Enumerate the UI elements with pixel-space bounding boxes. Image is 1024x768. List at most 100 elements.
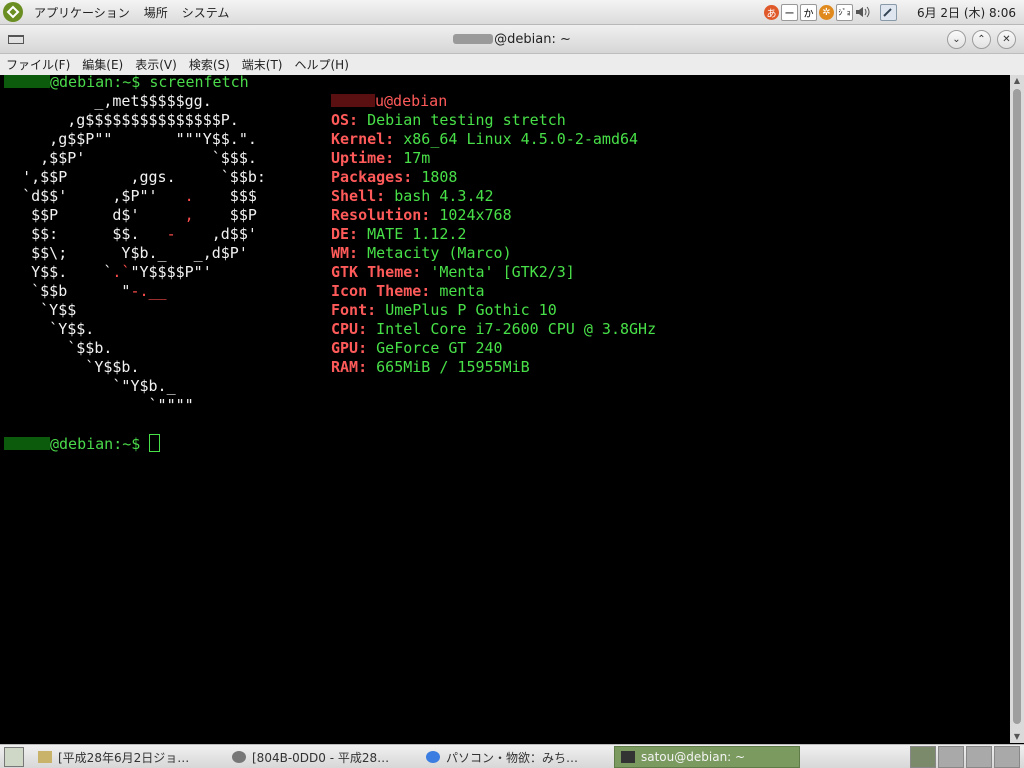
window-title: @debian: ~	[0, 32, 1024, 47]
terminal-icon	[621, 751, 635, 763]
ime-minus-icon[interactable]: ー	[780, 3, 798, 21]
text-cursor	[149, 434, 161, 452]
info-value: 665MiB / 15955MiB	[376, 358, 530, 376]
info-row: RAM: 665MiB / 15955MiB	[331, 358, 530, 377]
ime-kana-icon[interactable]: か	[799, 3, 817, 21]
info-key: Icon Theme:	[331, 282, 440, 300]
info-key: OS:	[331, 111, 368, 129]
ascii-logo-line: _,met$$$$$gg.	[94, 92, 212, 110]
window-menu-icon[interactable]	[8, 34, 24, 44]
redacted-username	[453, 34, 494, 44]
info-key: Font:	[331, 301, 386, 319]
info-value: menta	[439, 282, 485, 300]
ascii-logo-line: `""""	[148, 396, 194, 414]
workspace-4[interactable]	[994, 746, 1020, 768]
ascii-logo-line: $$P d$' , $$P	[31, 206, 257, 224]
redacted-username	[331, 94, 375, 107]
menu-places[interactable]: 場所	[137, 4, 175, 21]
info-value: x86_64 Linux 4.5.0-2-amd64	[403, 130, 639, 148]
workspace-3[interactable]	[966, 746, 992, 768]
info-key: GTK Theme:	[331, 263, 431, 281]
ascii-logo-line: `$$b "-.__	[31, 282, 167, 300]
menu-edit[interactable]: 編集(E)	[76, 56, 129, 73]
menu-search[interactable]: 検索(S)	[183, 56, 236, 73]
taskbar-label: パソコン・物欲：みち…	[446, 750, 579, 765]
redacted-username	[4, 75, 50, 88]
maximize-button[interactable]: ⌃	[972, 29, 991, 49]
menu-help[interactable]: ヘルプ(H)	[289, 56, 355, 73]
menu-applications[interactable]: アプリケーション	[27, 4, 137, 21]
ascii-logo-line: `Y$$	[40, 301, 77, 319]
ascii-logo-line: Y$$. `.`"Y$$$$P"'	[31, 263, 212, 281]
taskbar-button[interactable]: [804B-0DD0 - 平成28…	[226, 746, 412, 768]
info-row: GPU: GeForce GT 240	[331, 339, 503, 358]
ascii-logo-line: $$: $$. - ,d$$'	[31, 225, 257, 243]
ascii-logo-line: ,g$$$$$$$$$$$$$$$P.	[67, 111, 239, 129]
menu-system[interactable]: システム	[175, 4, 237, 21]
input-method-icon[interactable]	[879, 3, 897, 21]
close-button[interactable]: ✕	[997, 29, 1016, 49]
info-row: CPU: Intel Core i7-2600 CPU @ 3.8GHz	[331, 320, 656, 339]
window-controls: ⌄ ⌃ ✕	[947, 29, 1024, 49]
workspace-switcher	[910, 746, 1024, 768]
menu-view[interactable]: 表示(V)	[129, 56, 183, 73]
ascii-logo-line: `Y$$b.	[85, 358, 140, 376]
workspace-2[interactable]	[938, 746, 964, 768]
ascii-logo-line: ',$$P ,ggs. `$$b:	[22, 168, 266, 186]
user-host-line: u@debian	[331, 92, 447, 111]
mate-logo-icon[interactable]	[3, 2, 23, 22]
taskbar-button[interactable]: パソコン・物欲：みち…	[420, 746, 606, 768]
taskbar-button[interactable]: satou@debian: ~	[614, 746, 800, 768]
info-row: WM: Metacity (Marco)	[331, 244, 512, 263]
info-row: GTK Theme: 'Menta' [GTK2/3]	[331, 263, 575, 282]
minimize-button[interactable]: ⌄	[947, 29, 966, 49]
info-key: RAM:	[331, 358, 377, 376]
task-list: [平成28年6月2日ジョ… [804B-0DD0 - 平成28… パソコン・物欲：み…	[32, 746, 808, 768]
disk-icon	[232, 751, 246, 763]
scroll-up-icon[interactable]: ▲	[1013, 77, 1021, 85]
ascii-logo-line: `Y$$.	[49, 320, 95, 338]
menu-file[interactable]: ファイル(F)	[0, 56, 76, 73]
ime-hiragana-icon[interactable]: あ	[763, 4, 779, 20]
info-value: bash 4.3.42	[394, 187, 494, 205]
taskbar-label: satou@debian: ~	[641, 750, 746, 764]
taskbar-button[interactable]: [平成28年6月2日ジョ…	[32, 746, 218, 768]
ime-gear-icon[interactable]: ✲	[818, 4, 834, 20]
chrome-icon	[426, 751, 440, 763]
info-value: UmePlus P Gothic 10	[385, 301, 557, 319]
ascii-logo-line: `"Y$b._	[112, 377, 176, 395]
ascii-logo-line: $$\; Y$b._ _,d$P'	[31, 244, 248, 262]
command-text: screenfetch	[149, 75, 249, 91]
show-desktop-button[interactable]	[4, 747, 24, 767]
info-key: GPU:	[331, 339, 377, 357]
system-tray: あ ー か ✲ ｼﾞｮ 6月 2日 (木) 8:06	[763, 0, 1024, 24]
ascii-logo-line: `d$$' ,$P"' . $$$	[22, 187, 257, 205]
info-value: Metacity (Marco)	[367, 244, 512, 262]
redacted-username	[4, 437, 50, 450]
scroll-down-icon[interactable]: ▼	[1013, 733, 1021, 741]
workspace-1[interactable]	[910, 746, 936, 768]
info-value: 1808	[421, 168, 458, 186]
terminal-scrollbar[interactable]: ▲ ▼	[1010, 75, 1024, 743]
info-key: Kernel:	[331, 130, 404, 148]
volume-icon[interactable]	[855, 5, 870, 20]
prompt-line-2: @debian:~$	[4, 434, 161, 454]
menu-terminal[interactable]: 端末(T)	[236, 56, 289, 73]
info-value: Intel Core i7-2600 CPU @ 3.8GHz	[376, 320, 657, 338]
info-value: MATE 1.12.2	[367, 225, 467, 243]
menubar: ファイル(F) 編集(E) 表示(V) 検索(S) 端末(T) ヘルプ(H)	[0, 54, 1024, 76]
ime-dict-icon[interactable]: ｼﾞｮ	[835, 3, 853, 21]
window-titlebar[interactable]: @debian: ~ ⌄ ⌃ ✕	[0, 25, 1024, 54]
info-value: 'Menta' [GTK2/3]	[430, 263, 575, 281]
scroll-thumb[interactable]	[1013, 89, 1021, 724]
info-row: DE: MATE 1.12.2	[331, 225, 466, 244]
info-key: Uptime:	[331, 149, 404, 167]
terminal-area[interactable]: @debian:~$ screenfetch _,met$$$$$gg. ,g$…	[0, 75, 1010, 743]
clock[interactable]: 6月 2日 (木) 8:06	[917, 4, 1016, 21]
folder-icon	[38, 751, 52, 763]
info-value: 17m	[403, 149, 431, 167]
ascii-logo-line: `$$b.	[67, 339, 113, 357]
prompt-line-1: @debian:~$ screenfetch	[4, 75, 249, 92]
info-row: Font: UmePlus P Gothic 10	[331, 301, 557, 320]
info-value: 1024x768	[439, 206, 512, 224]
